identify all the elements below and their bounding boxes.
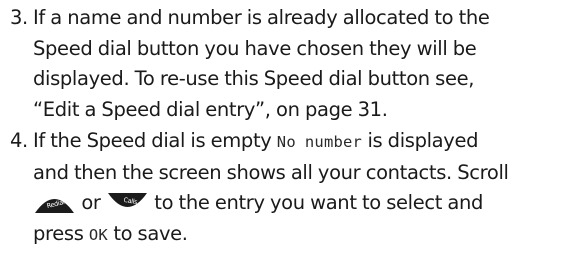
step-text: to the entry you want to select and [148, 191, 484, 214]
step-text-line: “Edit a Speed dial entry”, on page 31. [33, 97, 388, 121]
step-text: is displayed [362, 129, 479, 152]
step-number: 3. [10, 6, 28, 29]
step-text-line: If the Speed dial is empty No number is … [0, 126, 571, 158]
calls-key-icon: Calls [106, 192, 149, 214]
display-text-ok: OK [88, 225, 108, 244]
step-text-line: If a name and number is already allocate… [33, 6, 490, 29]
step-text: press [33, 221, 89, 245]
step-text-line: Speed dial button you have chosen they w… [33, 36, 477, 60]
step-4: 4. If the Speed dial is empty No number … [0, 126, 571, 250]
redial-key-icon: Redial [33, 192, 76, 214]
step-number: 4. [10, 129, 28, 152]
manual-page: 3. If a name and number is already alloc… [0, 0, 571, 272]
display-text-no-number: No number [276, 133, 363, 151]
step-text: to save. [107, 221, 188, 245]
step-text: or [76, 191, 106, 214]
step-3: 3. If a name and number is already alloc… [0, 3, 571, 125]
step-text-line: and then the screen shows all your conta… [33, 160, 509, 184]
step-text-line: Redial or Calls to the entry you want to… [0, 188, 571, 219]
step-text: If the Speed dial is empty [33, 129, 277, 152]
step-text-line: displayed. To re-use this Speed dial but… [33, 67, 475, 90]
step-text-line: press OK to save. [0, 219, 571, 251]
